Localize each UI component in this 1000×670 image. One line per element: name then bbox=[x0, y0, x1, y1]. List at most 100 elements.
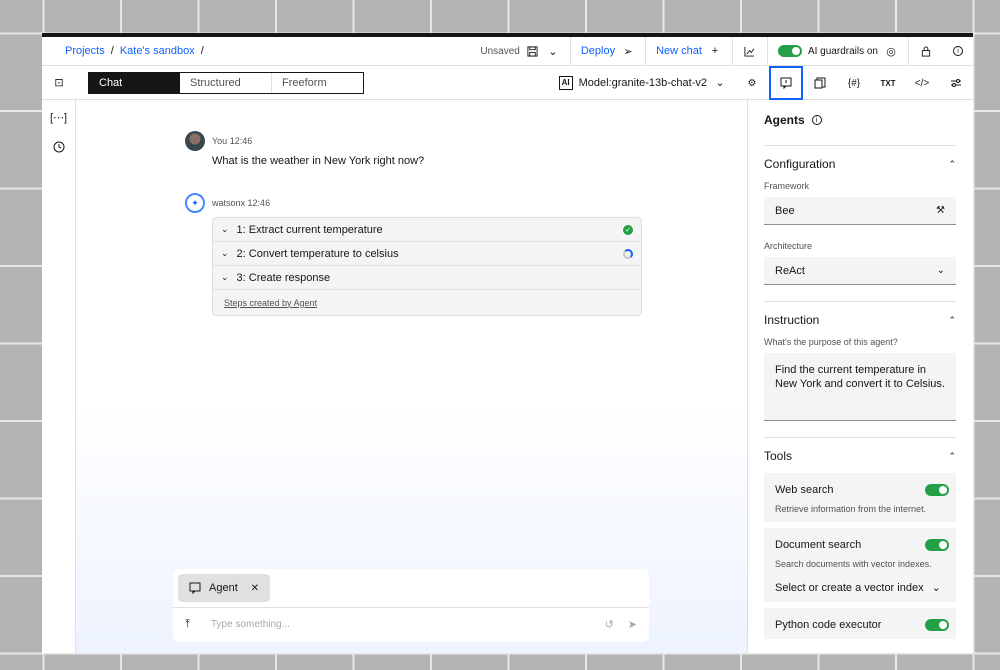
user-avatar bbox=[185, 131, 205, 151]
tool-toggle[interactable] bbox=[925, 619, 949, 631]
chevron-down-icon: ⌄ bbox=[931, 582, 941, 594]
field-value: Bee bbox=[775, 204, 795, 217]
ai-badge: AI bbox=[558, 75, 573, 90]
step-label: 2: Convert temperature to celsius bbox=[236, 247, 399, 260]
agent-step[interactable]: ⌄ 3: Create response bbox=[213, 266, 641, 290]
tool-toggle[interactable] bbox=[925, 539, 949, 551]
tools-section: Tools ⌃ Web search Retrieve information … bbox=[764, 437, 956, 639]
documents-icon[interactable] bbox=[803, 66, 837, 100]
info-icon[interactable]: i bbox=[953, 46, 963, 56]
field-label: Framework bbox=[764, 181, 810, 191]
top-bar: Projects / Kate's sandbox / Unsaved ⌄ De… bbox=[42, 37, 973, 66]
chevron-up-icon[interactable]: ⌃ bbox=[948, 315, 956, 326]
panel-title: Agents bbox=[764, 113, 805, 127]
save-status: Unsaved bbox=[480, 45, 520, 57]
framework-field[interactable]: Bee ⚒ bbox=[764, 197, 956, 225]
breadcrumb-sandbox[interactable]: Kate's sandbox bbox=[120, 45, 195, 57]
guardrails-toggle[interactable] bbox=[777, 45, 802, 57]
variables-icon[interactable]: {#} bbox=[837, 66, 871, 100]
message-input[interactable]: Type something... bbox=[211, 619, 571, 630]
step-label: 1: Extract current temperature bbox=[236, 223, 383, 236]
tab-freeform[interactable]: Freeform bbox=[272, 73, 363, 93]
chevron-down-icon: ⌄ bbox=[221, 248, 229, 258]
chevron-down-icon: ⌄ bbox=[936, 265, 945, 276]
code-icon[interactable]: </> bbox=[905, 66, 939, 100]
new-chat-button[interactable]: New chat bbox=[656, 45, 702, 57]
chart-icon[interactable] bbox=[743, 44, 757, 58]
tool-card: Document search Search documents with ve… bbox=[764, 528, 956, 602]
check-circle-icon: ◎ bbox=[886, 45, 896, 58]
send-icon[interactable]: ➤ bbox=[628, 618, 637, 631]
sender-name: watsonx bbox=[212, 198, 246, 208]
tool-name: Document search bbox=[775, 539, 862, 551]
watsonx-avatar: ✦ bbox=[185, 193, 205, 213]
chat-composer: Agent ✕ ⤒ Type something... ↺ ➤ bbox=[173, 569, 649, 642]
tools-icon[interactable]: ⚒ bbox=[936, 205, 945, 216]
chevron-down-icon[interactable]: ⌄ bbox=[546, 44, 560, 58]
settings-icon[interactable]: ⚙ bbox=[735, 66, 769, 100]
history-icon[interactable] bbox=[52, 140, 66, 154]
panel-toggle-icon[interactable]: ⊡ bbox=[52, 76, 66, 90]
sliders-icon[interactable] bbox=[939, 66, 973, 100]
agent-chat-icon bbox=[188, 581, 202, 595]
text-icon[interactable]: TXT bbox=[871, 66, 905, 100]
app-window: Projects / Kate's sandbox / Unsaved ⌄ De… bbox=[42, 33, 973, 653]
send-icon: ➢ bbox=[623, 45, 633, 58]
vector-index-select[interactable]: Select or create a vector index ⌄ bbox=[775, 581, 949, 595]
agent-chat-icon[interactable] bbox=[769, 66, 803, 100]
chevron-down-icon: ⌄ bbox=[715, 77, 725, 89]
guardrails-label: AI guardrails on bbox=[807, 45, 878, 57]
chat-area: You 12:46 What is the weather in New Yor… bbox=[76, 100, 747, 653]
agent-step[interactable]: ⌄ 2: Convert temperature to celsius bbox=[213, 242, 641, 266]
info-icon[interactable]: i bbox=[811, 115, 822, 125]
tab-chat[interactable]: Chat bbox=[89, 72, 180, 93]
user-message: You 12:46 What is the weather in New Yor… bbox=[185, 131, 424, 167]
step-label: 3: Create response bbox=[236, 271, 331, 284]
tool-name: Python code executor bbox=[775, 619, 882, 631]
breadcrumb-projects[interactable]: Projects bbox=[65, 45, 105, 57]
breadcrumb: Projects / Kate's sandbox / bbox=[65, 45, 470, 57]
chip-label: Agent bbox=[209, 582, 238, 594]
architecture-select[interactable]: ReAct ⌄ bbox=[764, 257, 956, 285]
tool-name: Web search bbox=[775, 484, 834, 496]
section-heading: Tools bbox=[764, 449, 793, 463]
section-heading: Configuration bbox=[764, 157, 836, 171]
agent-steps: ⌄ 1: Extract current temperature ✓ ⌄ 2: … bbox=[212, 217, 642, 316]
chevron-up-icon[interactable]: ⌃ bbox=[948, 159, 956, 170]
instruction-section: Instruction ⌃ What's the purpose of this… bbox=[764, 301, 956, 421]
instruction-textarea[interactable]: Find the current temperature in New York… bbox=[764, 353, 956, 421]
select-label: Select or create a vector index bbox=[775, 581, 924, 594]
tool-card: Python code executor bbox=[764, 608, 956, 639]
tab-structured[interactable]: Structured bbox=[180, 72, 272, 93]
agents-panel: Agents i Configuration ⌃ Framework Bee ⚒… bbox=[747, 100, 973, 653]
tool-description: Search documents with vector indexes. bbox=[775, 559, 932, 569]
tool-description: Retrieve information from the internet. bbox=[775, 504, 927, 514]
check-icon: ✓ bbox=[623, 224, 633, 235]
breadcrumb-separator: / bbox=[200, 45, 204, 57]
tool-toggle[interactable] bbox=[925, 484, 949, 496]
tool-card: Web search Retrieve information from the… bbox=[764, 473, 956, 522]
deploy-button[interactable]: Deploy bbox=[581, 45, 615, 57]
plus-icon: + bbox=[711, 45, 719, 57]
mode-toolbar: ⊡ Chat Structured Freeform AI Model:gran… bbox=[42, 66, 973, 100]
chevron-down-icon: ⌄ bbox=[221, 272, 229, 282]
field-hint: What's the purpose of this agent? bbox=[764, 337, 898, 347]
mode-switcher: Chat Structured Freeform bbox=[88, 71, 364, 94]
agent-chip[interactable]: Agent ✕ bbox=[178, 574, 270, 602]
save-icon[interactable] bbox=[526, 44, 540, 58]
sender-name: You bbox=[212, 136, 228, 146]
upload-icon[interactable]: ⤒ bbox=[185, 618, 190, 631]
model-selector[interactable]: AI Model:granite-13b-chat-v2 ⌄ bbox=[558, 75, 735, 90]
model-label: Model:granite-13b-chat-v2 bbox=[578, 76, 707, 89]
steps-footer-link[interactable]: Steps created by Agent bbox=[213, 290, 641, 315]
chevron-up-icon[interactable]: ⌃ bbox=[948, 451, 956, 462]
configuration-section: Configuration ⌃ Framework Bee ⚒ Architec… bbox=[764, 145, 956, 285]
lock-icon[interactable] bbox=[919, 44, 933, 58]
bot-message: ✦ watsonx 12:46 ⌄ 1: Extract current tem… bbox=[185, 193, 642, 316]
agent-step[interactable]: ⌄ 1: Extract current temperature ✓ bbox=[213, 218, 641, 242]
reset-icon[interactable]: ↺ bbox=[605, 618, 614, 631]
breadcrumb-separator: / bbox=[110, 45, 114, 57]
section-heading: Instruction bbox=[764, 313, 820, 327]
close-icon[interactable]: ✕ bbox=[251, 583, 259, 594]
variables-bracket-icon[interactable]: [⋯] bbox=[50, 110, 67, 124]
